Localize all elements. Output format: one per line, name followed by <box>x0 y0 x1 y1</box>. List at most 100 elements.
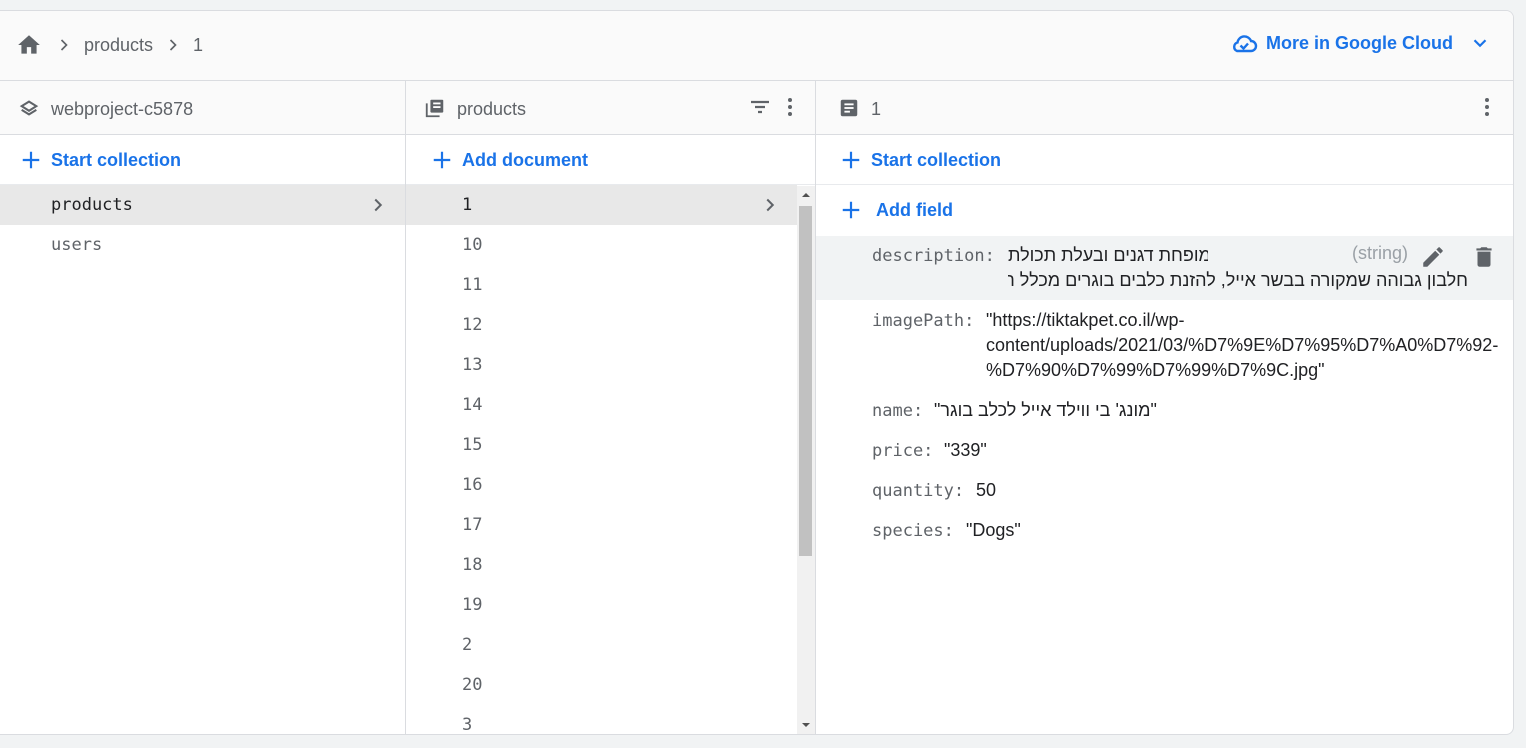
field-key: name: <box>872 401 924 421</box>
field-value-line: "דרת בי ווילד של מונג', מופחת דגנים ובעל… <box>1008 245 1208 265</box>
project-column: webproject-c5878 Start collection produc… <box>0 81 406 734</box>
home-icon[interactable] <box>16 32 42 58</box>
delete-icon[interactable] <box>1471 244 1497 270</box>
document-id: 14 <box>462 395 483 415</box>
document-id: 15 <box>462 435 483 455</box>
field-imagePath[interactable]: imagePath: "https://tiktakpet.co.il/wp- … <box>816 306 1513 386</box>
firestore-icon <box>19 100 39 116</box>
document-item[interactable]: 19 <box>406 585 797 625</box>
field-value-line: חלבון גבוהה שמקורה בבשר אייל, להזנת כלבי… <box>1008 270 1468 290</box>
document-id: 12 <box>462 315 483 335</box>
chevron-right-icon <box>374 198 383 212</box>
collection-title: products <box>457 99 527 119</box>
more-vert-icon[interactable] <box>1475 95 1499 119</box>
start-collection-label: Start collection <box>871 150 1002 170</box>
plus-icon <box>433 151 451 169</box>
project-header: webproject-c5878 <box>0 81 405 135</box>
document-id: 16 <box>462 475 483 495</box>
document-id: 13 <box>462 355 483 375</box>
field-value-line: %D7%90%D7%99%D7%99%D7%9C.jpg" <box>986 360 1325 380</box>
document-item[interactable]: 11 <box>406 265 797 305</box>
project-title: webproject-c5878 <box>51 99 194 119</box>
scroll-down-icon[interactable] <box>801 720 811 730</box>
scrollbar-thumb[interactable] <box>799 206 812 556</box>
field-key: description: <box>872 246 995 266</box>
start-collection-button[interactable]: Start collection <box>0 135 405 185</box>
add-document-button[interactable]: Add document <box>406 135 815 185</box>
collection-item-label: products <box>51 195 133 215</box>
start-subcollection-button[interactable]: Start collection <box>816 135 1513 185</box>
collection-header: products <box>406 81 815 135</box>
collection-item-users[interactable]: users <box>0 225 405 265</box>
document-item[interactable]: 18 <box>406 545 797 585</box>
edit-icon[interactable] <box>1420 244 1446 270</box>
field-price[interactable]: price: "339" <box>816 436 1513 472</box>
field-quantity[interactable]: quantity: 50 <box>816 476 1513 512</box>
document-id: 20 <box>462 675 483 695</box>
collection-column: products Add document 1 10 11 12 13 14 1… <box>406 81 816 734</box>
more-in-google-cloud-button[interactable]: More in Google Cloud <box>1230 32 1491 54</box>
add-field-label: Add field <box>876 200 953 220</box>
firestore-data-viewer: products 1 More in Google Cloud webproje… <box>0 10 1514 735</box>
collection-item-label: users <box>51 235 103 255</box>
document-id: 17 <box>462 515 483 535</box>
document-item[interactable]: 14 <box>406 385 797 425</box>
google-cloud-label: More in Google Cloud <box>1266 32 1453 53</box>
field-value: 50 <box>976 480 997 500</box>
plus-icon <box>842 201 860 219</box>
document-icon <box>840 99 858 117</box>
field-value-line: content/uploads/2021/03/%D7%9E%D7%95%D7%… <box>986 335 1499 355</box>
field-key: quantity: <box>872 481 965 501</box>
breadcrumb-bar: products 1 More in Google Cloud <box>0 11 1513 81</box>
chevron-right-icon <box>60 39 68 51</box>
document-list-scrollbar[interactable] <box>797 186 815 734</box>
document-item[interactable]: 20 <box>406 665 797 705</box>
document-item[interactable]: 2 <box>406 625 797 665</box>
field-species[interactable]: species: "Dogs" <box>816 516 1513 552</box>
document-id: 3 <box>462 715 473 735</box>
document-item[interactable]: 10 <box>406 225 797 265</box>
document-id: 1 <box>462 195 473 215</box>
chevron-down-icon <box>1473 39 1487 48</box>
cloud-icon <box>1233 35 1258 53</box>
plus-icon <box>842 151 860 169</box>
document-item[interactable]: 12 <box>406 305 797 345</box>
document-item[interactable]: 1 <box>406 185 797 225</box>
field-key: price: <box>872 441 934 461</box>
collection-item-products[interactable]: products <box>0 185 405 225</box>
field-list: Add field description: "דרת בי ווילד של … <box>816 185 1513 541</box>
field-name[interactable]: name: "מונג' בי ווילד אייל לכלב בוגר" <box>816 396 1513 432</box>
filter-icon[interactable] <box>748 95 772 119</box>
plus-icon <box>22 151 40 169</box>
add-field-button[interactable]: Add field <box>816 185 1513 235</box>
document-title: 1 <box>871 99 882 119</box>
field-value-line: "https://tiktakpet.co.il/wp- <box>986 310 1185 330</box>
field-type: (string) <box>1352 243 1409 263</box>
collection-icon <box>425 99 444 118</box>
document-item[interactable]: 13 <box>406 345 797 385</box>
breadcrumb-products[interactable]: products <box>84 35 153 55</box>
field-key: species: <box>872 521 954 541</box>
document-header: 1 <box>816 81 1513 135</box>
field-value: "מונג' בי ווילד אייל לכלב בוגר" <box>934 400 1157 420</box>
scroll-up-icon[interactable] <box>801 190 811 200</box>
field-description: description: "דרת בי ווילד של מונג', מופ… <box>816 236 1513 300</box>
document-id: 2 <box>462 635 473 655</box>
document-id: 11 <box>462 275 483 295</box>
document-list: 1 10 11 12 13 14 15 16 17 18 19 2 20 3 <box>406 185 797 735</box>
document-id: 19 <box>462 595 483 615</box>
more-vert-icon[interactable] <box>778 95 802 119</box>
collection-list: products users <box>0 185 405 265</box>
document-id: 10 <box>462 235 483 255</box>
add-document-label: Add document <box>462 150 588 170</box>
document-item[interactable]: 17 <box>406 505 797 545</box>
chevron-right-icon <box>169 39 177 51</box>
field-key: imagePath: <box>872 311 975 331</box>
document-column: 1 Start collection Add field description… <box>816 81 1513 734</box>
document-id: 18 <box>462 555 483 575</box>
field-value: "339" <box>944 440 987 460</box>
breadcrumb-document[interactable]: 1 <box>193 35 203 55</box>
document-item[interactable]: 15 <box>406 425 797 465</box>
document-item[interactable]: 3 <box>406 705 797 735</box>
document-item[interactable]: 16 <box>406 465 797 505</box>
